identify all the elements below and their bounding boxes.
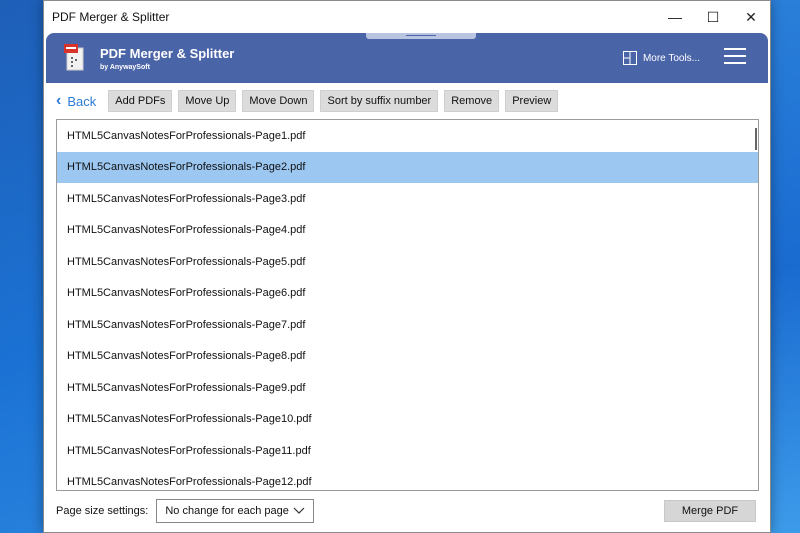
- minimize-button[interactable]: —: [656, 1, 694, 33]
- list-item[interactable]: HTML5CanvasNotesForProfessionals-Page5.p…: [57, 246, 758, 278]
- move-down-button[interactable]: Move Down: [242, 90, 315, 112]
- more-tools-button[interactable]: More Tools...: [622, 51, 700, 65]
- list-item[interactable]: HTML5CanvasNotesForProfessionals-Page8.p…: [57, 341, 758, 373]
- page-size-value: No change for each page: [165, 505, 289, 517]
- app-header: PDF Merger & Splitter by AnywaySoft More…: [46, 33, 768, 83]
- list-item[interactable]: HTML5CanvasNotesForProfessionals-Page2.p…: [57, 151, 758, 183]
- list-item[interactable]: HTML5CanvasNotesForProfessionals-Page9.p…: [57, 372, 758, 404]
- back-label: Back: [67, 93, 97, 109]
- publisher-name: by AnywaySoft: [100, 63, 150, 71]
- grid-icon: [622, 51, 637, 65]
- list-item[interactable]: HTML5CanvasNotesForProfessionals-Page7.p…: [57, 309, 758, 341]
- list-item[interactable]: HTML5CanvasNotesForProfessionals-Page6.p…: [57, 278, 758, 310]
- menu-icon[interactable]: [724, 47, 746, 69]
- chevron-down-icon: [293, 507, 305, 514]
- file-list: HTML5CanvasNotesForProfessionals-Page1.p…: [56, 119, 759, 491]
- scrollbar[interactable]: [755, 128, 757, 150]
- window-title: PDF Merger & Splitter: [52, 10, 170, 24]
- remove-button[interactable]: Remove: [444, 90, 500, 112]
- toolbar: ‹ Back Add PDFs Move Up Move Down Sort b…: [56, 90, 564, 112]
- more-tools-label: More Tools...: [642, 52, 700, 64]
- preview-button[interactable]: Preview: [505, 90, 559, 112]
- title-bar: PDF Merger & Splitter — ☐ ✕: [44, 1, 770, 33]
- footer-bar: Page size settings: No change for each p…: [56, 499, 756, 523]
- app-name-block: PDF Merger & Splitter by AnywaySoft: [100, 46, 234, 71]
- list-item[interactable]: HTML5CanvasNotesForProfessionals-Page10.…: [57, 404, 758, 436]
- list-item[interactable]: HTML5CanvasNotesForProfessionals-Page12.…: [57, 467, 758, 491]
- page-size-dropdown[interactable]: No change for each page: [156, 499, 315, 523]
- app-window: PDF Merger & Splitter — ☐ ✕ PDF Merger &…: [43, 0, 771, 533]
- move-up-button[interactable]: Move Up: [178, 90, 237, 112]
- sort-button[interactable]: Sort by suffix number: [320, 90, 439, 112]
- page-size-label: Page size settings:: [56, 505, 149, 517]
- list-item[interactable]: HTML5CanvasNotesForProfessionals-Page4.p…: [57, 215, 758, 247]
- list-item[interactable]: HTML5CanvasNotesForProfessionals-Page1.p…: [57, 120, 758, 152]
- pdf-logo-icon: [64, 44, 86, 72]
- list-item[interactable]: HTML5CanvasNotesForProfessionals-Page11.…: [57, 435, 758, 467]
- list-item[interactable]: HTML5CanvasNotesForProfessionals-Page3.p…: [57, 183, 758, 215]
- app-name: PDF Merger & Splitter: [100, 45, 235, 61]
- drag-handle[interactable]: [366, 33, 476, 39]
- desktop-background: [770, 0, 800, 533]
- add-pdfs-button[interactable]: Add PDFs: [108, 90, 173, 112]
- maximize-button[interactable]: ☐: [694, 1, 732, 33]
- merge-pdf-button[interactable]: Merge PDF: [664, 500, 756, 522]
- back-button[interactable]: ‹ Back: [56, 92, 96, 110]
- close-button[interactable]: ✕: [732, 1, 770, 33]
- chevron-left-icon: ‹: [56, 92, 62, 109]
